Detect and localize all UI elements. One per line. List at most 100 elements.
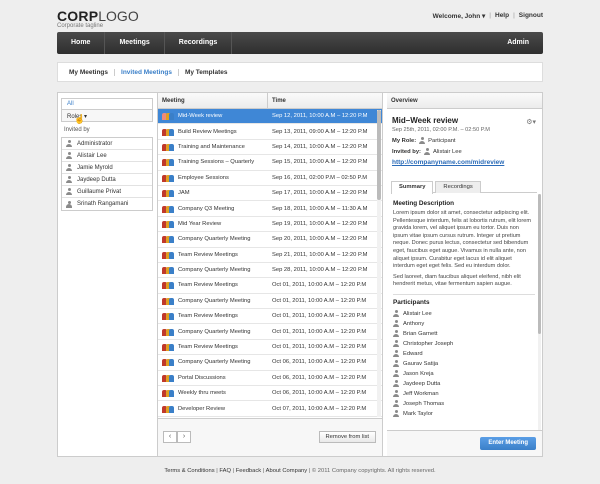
column-meeting[interactable]: Meeting	[158, 93, 268, 108]
participants-list: Alistair Lee Anthony Brian Garnett Christop…	[393, 309, 535, 419]
time-cell: Oct 06, 2011, 10:00 A.M – 12:20 P.M	[272, 359, 367, 366]
scroll-thumb[interactable]	[377, 110, 381, 200]
time-cell: Oct 07, 2011, 10:00 A.M – 12:20 P.M	[272, 405, 367, 412]
enter-meeting-button[interactable]: Enter Meeting	[480, 437, 536, 450]
user-icon	[393, 400, 399, 408]
table-row[interactable]: Developer Review Oct 07, 2011, 10:00 A.M …	[158, 401, 382, 417]
welcome-menu[interactable]: Welcome, John ▾	[433, 12, 486, 20]
description-paragraph: Lorem ipsum dolor sit amet, consectetur …	[393, 210, 532, 270]
meeting-group-icon	[162, 281, 174, 290]
user-icon	[393, 390, 399, 398]
footer-about-link[interactable]: About Company	[266, 468, 308, 474]
meeting-cell: JAM	[158, 189, 268, 198]
meeting-url-link[interactable]: http://companyname.com/midreview	[392, 159, 542, 166]
table-row[interactable]: Training Sessions – Quarterly Sep 15, 201…	[158, 155, 382, 171]
table-row[interactable]: JAM Sep 17, 2011, 10:00 A.M – 12:20 P.M	[158, 186, 382, 202]
participant-name: Jason Kreja	[403, 370, 434, 377]
table-row[interactable]: Team Review Meetings Oct 01, 2011, 10:00 …	[158, 340, 382, 356]
logo[interactable]: CORPLOGO	[57, 8, 139, 24]
table-row[interactable]: Team Review Meetings Oct 01, 2011, 10:00 …	[158, 309, 382, 325]
invited-by-list: Administrator Alistair Lee Jamie Myrold …	[61, 137, 153, 211]
footer-faq-link[interactable]: FAQ	[219, 468, 231, 474]
table-row[interactable]: Mid-Week review Sep 12, 2011, 10:00 A.M –…	[158, 109, 382, 125]
user-icon	[66, 140, 72, 147]
table-row[interactable]: Build Review Meetings Sep 13, 2011, 09:00…	[158, 124, 382, 140]
meeting-cell: Company Quarterly Meeting	[158, 297, 268, 305]
column-time[interactable]: Time	[268, 93, 290, 108]
table-row[interactable]: Company Quarterly Meeting Oct 01, 2011, 1…	[158, 324, 382, 340]
overview-scrollbar[interactable]	[538, 194, 541, 430]
participant-item: Alistair Lee	[393, 309, 535, 319]
footer-terms-link[interactable]: Terms & Conditions	[164, 468, 214, 474]
table-row[interactable]: Company Q3 Meeting Sep 18, 2011, 10:00 A.…	[158, 201, 382, 217]
invited-by-item[interactable]: Jamie Myrold	[62, 162, 152, 174]
meeting-group-icon	[162, 343, 174, 352]
separator: |	[513, 12, 515, 19]
meeting-group-icon	[162, 235, 174, 244]
table-row[interactable]: Company Quarterly Meeting Sep 28, 2011, 1…	[158, 263, 382, 279]
main-panel: All Roles ▾ ☝ Invited by Administrator A…	[57, 92, 543, 457]
filter-all[interactable]: All	[61, 98, 153, 109]
participant-item: Gaurav Satija	[393, 359, 535, 369]
meeting-name: Team Review Meetings	[178, 251, 238, 258]
table-row[interactable]: Team Review Meetings Oct 01, 2011, 10:00 …	[158, 278, 382, 294]
invited-by-item[interactable]: Administrator	[62, 138, 152, 150]
user-icon	[393, 380, 399, 388]
person-name: Administrator	[77, 140, 113, 147]
table-scrollbar[interactable]	[377, 110, 381, 417]
meeting-group-icon	[162, 158, 174, 167]
meeting-cell: Company Quarterly Meeting	[158, 358, 268, 367]
table-row[interactable]: Company Quarterly Meeting Sep 20, 2011, 1…	[158, 232, 382, 248]
table-row[interactable]: Employee Sessions Sep 16, 2011, 02:00 P.M…	[158, 171, 382, 186]
roles-dropdown[interactable]: Roles ▾ ☝	[61, 109, 153, 124]
table-row[interactable]: Weekly thru meets Oct 06, 2011, 10:00 A.M…	[158, 386, 382, 402]
table-row[interactable]: Company Quarterly Meeting Oct 01, 2011, 1…	[158, 294, 382, 310]
invited-by-item[interactable]: Jaydeep Dutta	[62, 174, 152, 186]
signout-link[interactable]: Signout	[519, 12, 543, 20]
meeting-name: Team Review Meetings	[178, 313, 238, 320]
meeting-name: Mid Year Review	[178, 220, 222, 227]
time-cell: Oct 06, 2011, 10:00 A.M – 12:20 P.M	[272, 374, 367, 381]
tab-recordings[interactable]: Recordings	[435, 181, 481, 193]
table-row[interactable]: Training and Maintenance Sep 14, 2011, 10…	[158, 140, 382, 156]
overview-header: Overview	[387, 93, 542, 109]
nav-recordings[interactable]: Recordings	[165, 32, 233, 54]
meeting-name: Developer Review	[178, 405, 226, 412]
invited-by-item[interactable]: Alistair Lee	[62, 150, 152, 162]
help-link[interactable]: Help	[495, 12, 509, 20]
time-cell: Sep 19, 2011, 10:00 A.M – 12:20 P.M	[272, 220, 368, 227]
time-cell: Sep 28, 2011, 10:00 A.M – 12:20 P.M	[272, 267, 368, 274]
table-row[interactable]: Company Quarterly Meeting Oct 06, 2011, 1…	[158, 355, 382, 371]
invited-by-item[interactable]: Guillaume Privat	[62, 186, 152, 198]
tab-my-templates[interactable]: My Templates	[179, 69, 234, 76]
invited-by-item[interactable]: Srinath Rangamani	[62, 198, 152, 210]
table-row[interactable]: Mid Year Review Sep 19, 2011, 10:00 A.M –…	[158, 217, 382, 233]
description-paragraph: Sed laoreet, diam faucibus aliquet eleif…	[393, 273, 521, 288]
table-footer: ‹ › Remove from list	[158, 418, 382, 456]
remove-from-list-button[interactable]: Remove from list	[318, 431, 376, 443]
scroll-thumb[interactable]	[538, 194, 541, 334]
prev-page-button[interactable]: ‹	[163, 431, 177, 443]
nav-meetings[interactable]: Meetings	[105, 32, 165, 54]
overview-date: Sep 25th, 2011, 02:00 P.M. – 02:50 P.M	[392, 127, 490, 133]
settings-gear-icon[interactable]: ⚙▾	[526, 118, 536, 126]
user-icon	[393, 350, 399, 358]
tab-my-meetings[interactable]: My Meetings	[63, 68, 116, 76]
hand-cursor-icon: ☝	[74, 114, 86, 124]
summary-content: Meeting Description Lorem ipsum dolor si…	[391, 193, 537, 433]
nav-home[interactable]: Home	[57, 32, 106, 54]
next-page-button[interactable]: ›	[177, 431, 191, 443]
footer-feedback-link[interactable]: Feedback	[236, 468, 261, 474]
nav-admin[interactable]: Admin	[507, 32, 529, 54]
time-cell: Sep 17, 2011, 10:00 A.M – 12:20 P.M	[272, 190, 368, 197]
tagline: Corporate tagline	[57, 23, 104, 29]
tab-invited-meetings[interactable]: Invited Meetings	[115, 68, 179, 76]
meeting-group-icon	[162, 128, 174, 136]
user-icon	[393, 360, 399, 368]
table-row[interactable]: Team Review Meetings Sep 21, 2011, 10:00 …	[158, 248, 382, 263]
time-cell: Oct 01, 2011, 10:00 A.M – 12:20 P.M	[272, 313, 367, 320]
table-row[interactable]: Portal Discussions Oct 06, 2011, 10:00 A.…	[158, 371, 382, 387]
meeting-group-icon	[162, 205, 174, 213]
person-name: Guillaume Privat	[77, 188, 122, 195]
participant-item: Mark Taylor	[393, 409, 535, 419]
